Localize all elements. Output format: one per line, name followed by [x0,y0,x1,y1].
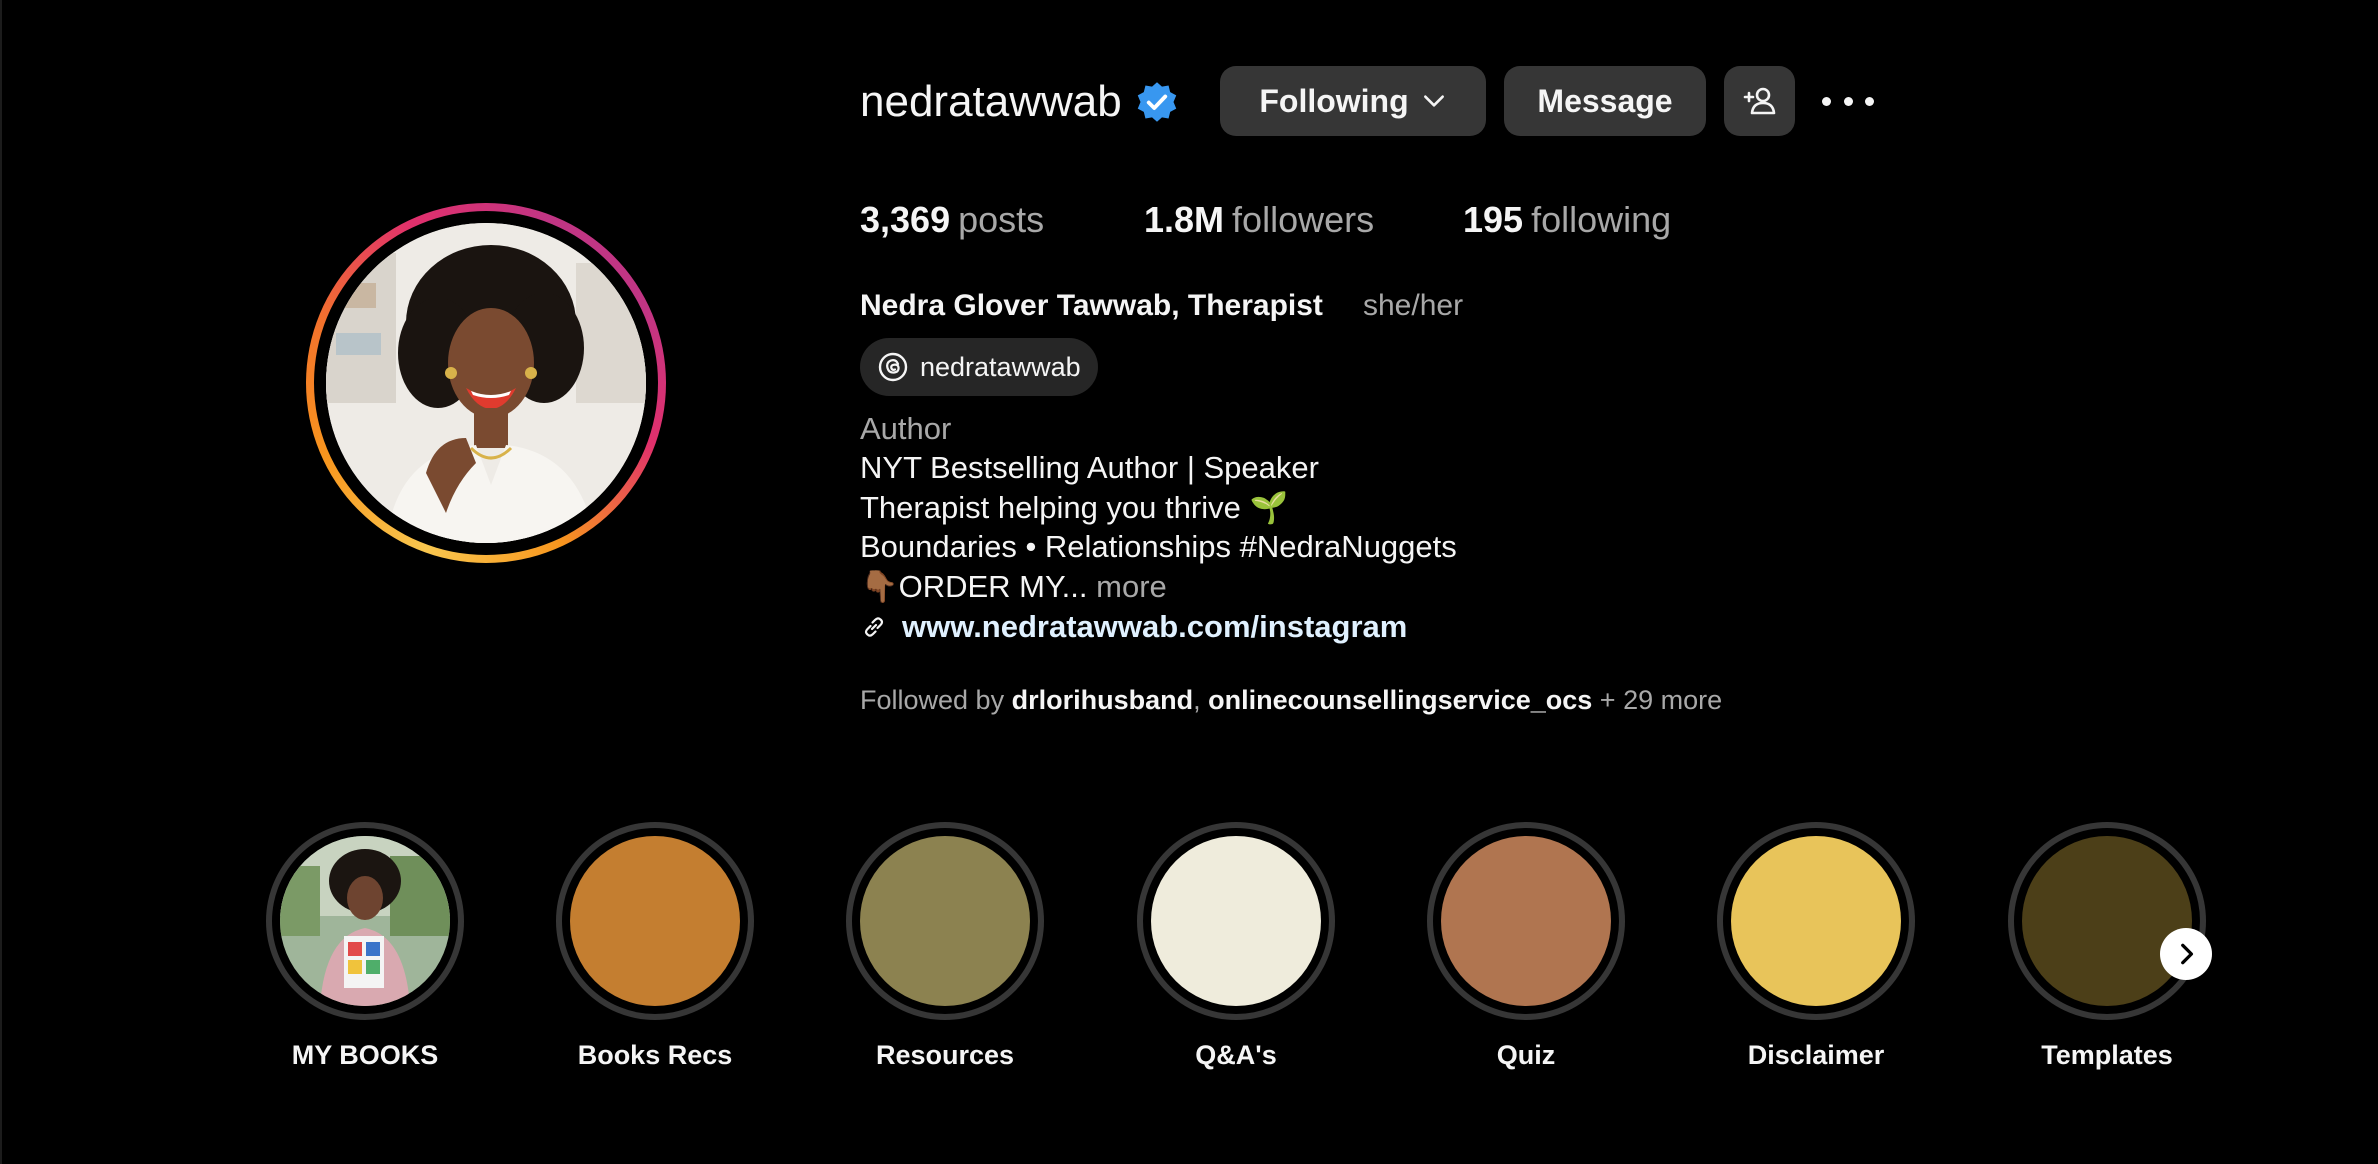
highlight-resources[interactable]: Resources [846,822,1044,1082]
more-dot [1865,96,1874,106]
followers-count-value: 1.8M [1144,199,1225,240]
link-icon [864,617,884,637]
bio-line: NYT Bestselling Author | Speaker [860,450,1319,485]
highlight-label: Books Recs [577,1040,733,1070]
profile-username: nedratawwab [860,77,1122,126]
chevron-right-icon [2181,943,2194,965]
posts-count-label: posts [958,199,1045,240]
highlight-disclaimer[interactable]: Disclaimer [1717,822,1915,1082]
bio-line: 👇🏾ORDER MY... more [860,567,1167,607]
highlight-cover [2022,836,2192,1006]
bio-line: Boundaries • Relationships #NedraNuggets [860,529,1457,564]
more-options-icon[interactable] [1822,80,1874,122]
suggest-accounts-button[interactable] [1724,66,1795,136]
following-count-label: following [1531,199,1672,240]
highlight-cover [1151,836,1321,1006]
following-count-value: 195 [1463,199,1524,240]
highlight-quiz[interactable]: Quiz [1427,822,1625,1082]
highlight-label: Q&A's [1195,1040,1277,1070]
following-link[interactable]: 195 following [1463,192,1671,248]
highlight-cover [1731,836,1901,1006]
followed-by-separator: , [1193,685,1201,715]
followed-by-prefix: Followed by [860,685,1005,715]
add-user-icon [1743,87,1775,115]
story-ring[interactable] [306,203,666,563]
profile-photo[interactable] [326,223,646,543]
followed-by-suffix: + 29 more [1599,685,1723,715]
mutual-account[interactable]: onlinecounsellingservice_ocs [1208,685,1592,715]
message-button[interactable]: Message [1504,66,1706,136]
followers-link[interactable]: 1.8M followers [1144,192,1374,248]
bio-category: Author [860,411,952,446]
highlight-cover [280,836,450,1006]
threads-badge[interactable]: nedratawwab [860,338,1098,396]
message-button-label: Message [1537,82,1673,119]
verified-badge-icon [1137,82,1177,122]
highlight-cover [570,836,740,1006]
followed-by[interactable]: Followed by drlorihusband, onlinecounsel… [860,682,1722,718]
bio-line-text: 👇🏾ORDER MY... [860,569,1088,604]
highlight-label: Resources [875,1040,1015,1070]
full-name: Nedra Glover Tawwab, Therapist [860,289,1323,322]
bio-line: Therapist helping you thrive 🌱 [860,490,1289,525]
profile-photo-illustration [326,223,646,543]
highlight-label: MY BOOKS [291,1040,439,1070]
highlights-next-button[interactable] [2160,928,2212,980]
highlight-label: Quiz [1496,1040,1556,1070]
profile-link-url: www.nedratawwab.com/instagram [902,609,1408,644]
highlight-my-books[interactable]: MY BOOKS [266,822,464,1082]
profile-link[interactable]: www.nedratawwab.com/instagram [860,606,1407,648]
chevron-down-icon [1423,95,1444,107]
followers-count-label: followers [1232,199,1375,240]
highlight-cover [1441,836,1611,1006]
highlight-qa[interactable]: Q&A's [1137,822,1335,1082]
highlight-cover [860,836,1030,1006]
highlight-books-recs[interactable]: Books Recs [556,822,754,1082]
following-button-label: Following [1259,82,1409,119]
threads-handle: nedratawwab [920,351,1081,382]
more-dot [1822,96,1831,106]
mutual-account[interactable]: drlorihusband [1012,685,1194,715]
highlight-cover-photo [280,836,450,1006]
highlight-label: Disclaimer [1747,1040,1885,1070]
threads-icon [878,352,908,382]
following-button[interactable]: Following [1220,66,1486,136]
bio-more-link[interactable]: more [1096,569,1167,604]
pronouns: she/her [1363,289,1464,322]
more-dot [1843,96,1853,106]
posts-count: 3,369 posts [860,192,1044,248]
posts-count-value: 3,369 [860,199,951,240]
highlight-label: Templates [2041,1040,2173,1070]
window-edge [0,0,2,1164]
